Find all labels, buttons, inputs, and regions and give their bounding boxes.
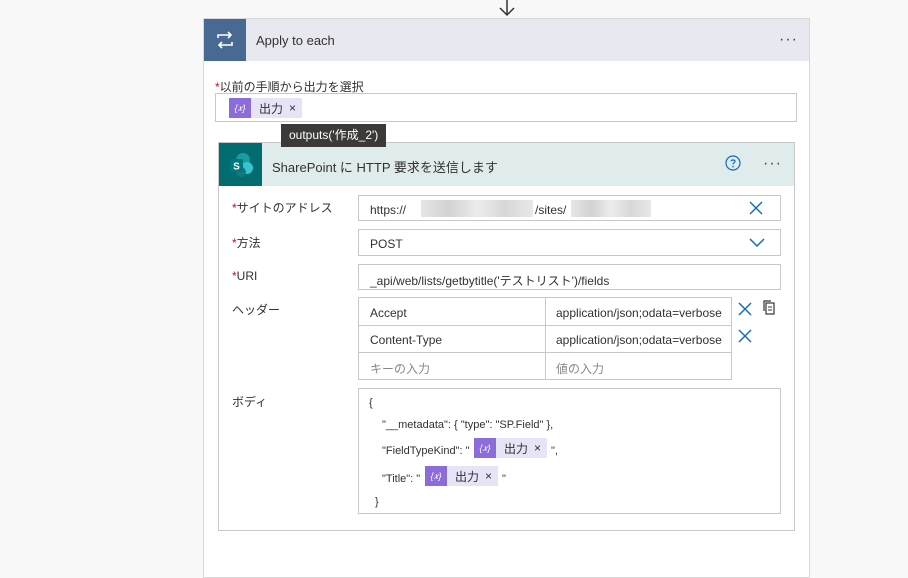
help-icon[interactable]	[725, 155, 741, 171]
sharepoint-letter: S	[233, 161, 240, 172]
body-output-token-1-remove-button[interactable]: ×	[534, 441, 547, 455]
apply-to-each-title: Apply to each	[256, 33, 335, 48]
sharepoint-icon: S	[229, 152, 253, 177]
remove-header-accept-icon[interactable]	[738, 302, 752, 316]
loop-badge	[204, 19, 246, 61]
body-output-token-1[interactable]: {𝑥} 出力 ×	[474, 438, 548, 458]
method-label: *方法	[232, 234, 261, 251]
body-line-title-suffix: "	[502, 473, 506, 485]
flow-arrow-down-icon	[499, 0, 515, 17]
sharepoint-http-action-title: SharePoint に HTTP 要求を送信します	[272, 160, 498, 175]
header-value-input[interactable]: 値の入力	[556, 360, 604, 377]
loop-icon	[217, 31, 233, 49]
body-line-close: }	[375, 496, 379, 508]
sharepoint-badge: S	[219, 143, 262, 186]
body-output-token-1-label: 出力	[504, 441, 529, 456]
body-label: ボディ	[232, 395, 268, 409]
expression-icon: {𝑥}	[425, 466, 447, 486]
headers-table: Accept application/json;odata=verbose Co…	[358, 297, 732, 380]
redacted-site-name	[571, 200, 651, 217]
body-line-fieldtypekind-suffix: ",	[551, 445, 558, 457]
uri-input[interactable]: _api/web/lists/getbytitle('テストリスト')/fiel…	[358, 264, 781, 290]
body-output-token-2-label: 出力	[455, 469, 480, 484]
headers-label: ヘッダー	[232, 303, 281, 317]
apply-to-each-header[interactable]: Apply to each ···	[204, 19, 809, 61]
body-output-token-2-remove-button[interactable]: ×	[485, 469, 498, 483]
token-tooltip: outputs('作成_2')	[281, 124, 387, 147]
select-output-input[interactable]: {𝑥} 出力 ×	[215, 93, 797, 122]
header-key-content-type[interactable]: Content-Type	[370, 333, 442, 347]
action-more-button[interactable]: ···	[763, 156, 782, 172]
site-address-label: *サイトのアドレス	[232, 199, 333, 216]
select-output-label-text: 以前の手順から出力を選択	[219, 80, 364, 94]
uri-label-text: URI	[236, 269, 258, 283]
body-line-metadata: "__metadata": { "type": "SP.Field" },	[382, 419, 554, 431]
output-token-label: 出力	[259, 101, 284, 116]
uri-value: _api/web/lists/getbytitle('テストリスト')/fiel…	[370, 274, 610, 288]
header-value-accept[interactable]: application/json;odata=verbose	[556, 306, 722, 320]
apply-to-each-more-button[interactable]: ···	[779, 32, 798, 48]
output-token-remove-button[interactable]: ×	[289, 101, 302, 115]
sharepoint-http-action-header[interactable]: S SharePoint に HTTP 要求を送信します ···	[219, 143, 794, 186]
body-line-open: {	[369, 397, 373, 409]
output-token[interactable]: {𝑥} 出力 ×	[229, 98, 303, 118]
expression-icon: {𝑥}	[229, 98, 251, 118]
remove-header-content-type-icon[interactable]	[738, 329, 752, 343]
body-output-token-2[interactable]: {𝑥} 出力 ×	[425, 466, 499, 486]
method-label-text: 方法	[236, 236, 261, 250]
header-key-accept[interactable]: Accept	[370, 306, 407, 320]
body-line-title: "Title": "	[382, 473, 421, 485]
redacted-host	[421, 200, 533, 217]
site-address-prefix: https://	[370, 203, 407, 217]
site-address-suffix: /sites/	[535, 203, 567, 217]
site-address-input[interactable]: https:// /sites/	[358, 195, 781, 221]
header-value-content-type[interactable]: application/json;odata=verbose	[556, 333, 722, 347]
clear-site-address-icon[interactable]	[749, 201, 763, 215]
chevron-down-icon[interactable]	[749, 238, 765, 248]
expression-icon: {𝑥}	[474, 438, 496, 458]
method-select[interactable]: POST	[358, 229, 781, 256]
uri-label: *URI	[232, 269, 257, 283]
body-line-fieldtypekind: "FieldTypeKind": "	[382, 445, 470, 457]
header-key-input[interactable]: キーの入力	[370, 360, 430, 377]
site-address-label-text: サイトのアドレス	[236, 201, 333, 215]
method-value: POST	[370, 237, 403, 251]
body-input[interactable]: { "__metadata": { "type": "SP.Field" }, …	[358, 388, 781, 514]
switch-to-text-mode-icon[interactable]	[762, 300, 776, 316]
